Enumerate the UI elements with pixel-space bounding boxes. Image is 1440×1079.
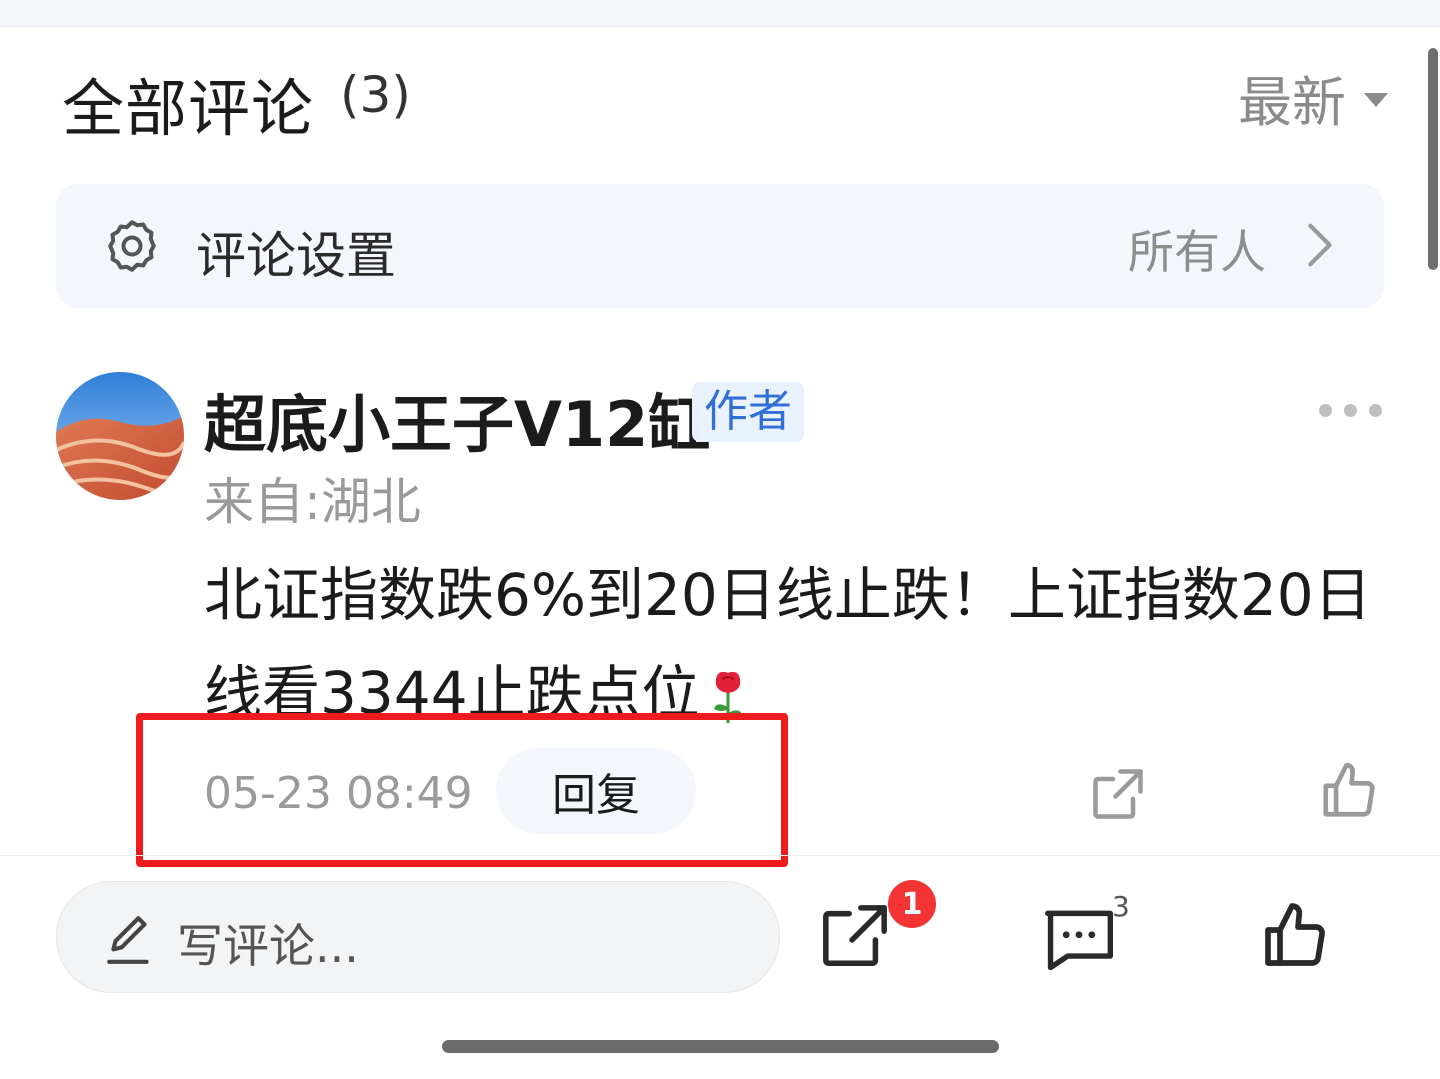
page-title: 全部评论 [62,72,315,145]
divider [0,855,1440,856]
scrollbar[interactable] [1428,48,1438,270]
input-placeholder: 写评论... [177,919,359,973]
highlight-annotation [136,713,788,867]
comment-settings-row[interactable]: 评论设置 所有人 [56,184,1384,308]
caret-down-icon [1364,92,1388,107]
write-comment-input[interactable]: 写评论... [56,881,780,993]
comment-icon[interactable] [1042,904,1116,974]
sort-label: 最新 [1238,71,1346,134]
comment-text: 北证指数跌6%到20日线止跌！上证指数20日线看3344止跌点位 [204,561,1372,727]
top-strip [0,0,1440,27]
settings-value: 所有人 [1128,225,1266,279]
like-icon[interactable] [1318,760,1380,822]
location-text: 来自:湖北 [204,473,421,531]
username[interactable]: 超底小王子V12缸 [204,374,710,464]
notification-badge: 1 [888,880,936,928]
share-toolbar-icon[interactable] [820,902,890,972]
chevron-right-icon [1308,223,1332,267]
more-options-icon[interactable] [1319,404,1382,417]
thumbs-up-icon[interactable] [1258,900,1332,972]
settings-label: 评论设置 [196,227,396,285]
gear-icon [108,220,156,272]
avatar[interactable] [56,372,184,500]
sort-dropdown[interactable]: 最新 [1238,58,1388,137]
author-badge: 作者 [692,382,804,442]
comment-count-badge: 3 [1112,890,1130,923]
pencil-icon [107,916,149,964]
share-icon[interactable] [1088,764,1148,824]
home-indicator[interactable] [442,1040,999,1053]
comment-count: (3) [340,66,411,124]
